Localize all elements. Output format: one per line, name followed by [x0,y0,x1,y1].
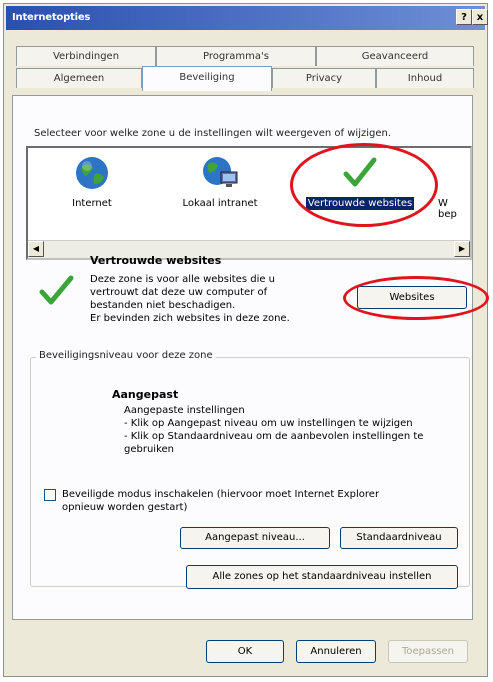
close-button[interactable]: x [472,9,488,25]
zone-info-title: Vertrouwde websites [90,254,222,267]
zone-info-line4: Er bevinden zich websites in deze zone. [90,313,290,324]
checkmark-icon [343,157,377,187]
tab-algemeen[interactable]: Algemeen [16,68,142,88]
security-level-desc4: gebruiken [124,444,174,455]
zone-intranet[interactable]: Lokaal intranet [170,152,270,209]
scroll-right-icon[interactable]: ▶ [454,241,470,257]
zone-internet[interactable]: Internet [42,152,142,209]
tab-geavanceerd[interactable]: Geavanceerd [316,46,474,66]
zone-info-line1: Deze zone is voor alle websites die u [90,274,276,285]
globe-icon [76,157,108,189]
tab-programmas[interactable]: Programma's [156,46,316,66]
security-level-desc3: - Klik op Standaardniveau om de aanbevol… [124,431,424,442]
help-button[interactable]: ? [456,9,472,25]
security-level-legend: Beveiligingsniveau voor deze zone [36,350,216,361]
tab-inhoud[interactable]: Inhoud [376,68,474,88]
intranet-icon [203,157,238,187]
security-level-desc1: Aangepaste instellingen [124,405,245,416]
zone-trusted-label: Vertrouwde websites [305,197,415,210]
title-bar[interactable]: Internetopties ? x [6,6,488,30]
security-level-desc2: - Klik op Aangepast niveau om uw instell… [124,418,413,429]
zone-list: Internet Lokaal intranet Vertrouwde webs… [26,146,472,260]
protected-mode-checkbox[interactable] [44,489,56,501]
cancel-button[interactable]: Annuleren [296,640,376,663]
zone-instruction: Selecteer voor welke zone u de instellin… [34,128,392,139]
zone-info-line3: bestanden niet beschadigen. [90,300,236,311]
ok-button[interactable]: OK [206,640,284,663]
window-title: Internetopties [12,12,91,23]
zone-internet-label: Internet [72,198,112,209]
tab-beveiliging[interactable]: Beveiliging [142,66,272,91]
zone-intranet-label: Lokaal intranet [182,198,258,209]
tab-verbindingen[interactable]: Verbindingen [16,46,156,66]
zone-partial-label: W bep [438,198,457,220]
websites-button[interactable]: Websites [357,286,467,309]
tab-privacy[interactable]: Privacy [272,68,376,88]
scroll-left-icon[interactable]: ◀ [28,241,44,257]
reset-all-zones-button[interactable]: Alle zones op het standaardniveau instel… [186,565,458,589]
zone-info-line2: vertrouwt dat deze uw computer of [90,287,268,298]
protected-mode-line1: Beveiligde modus inschakelen (hiervoor m… [62,489,380,500]
zone-trusted[interactable]: Vertrouwde websites [300,152,420,210]
security-level-name: Aangepast [112,388,179,401]
custom-level-button[interactable]: Aangepast niveau... [180,527,330,549]
security-level-group [30,357,470,587]
trusted-checkmark-icon [39,275,74,305]
protected-mode-line2: opnieuw worden gestart) [62,502,188,513]
default-level-button[interactable]: Standaardniveau [340,527,458,549]
apply-button[interactable]: Toepassen [388,640,468,663]
